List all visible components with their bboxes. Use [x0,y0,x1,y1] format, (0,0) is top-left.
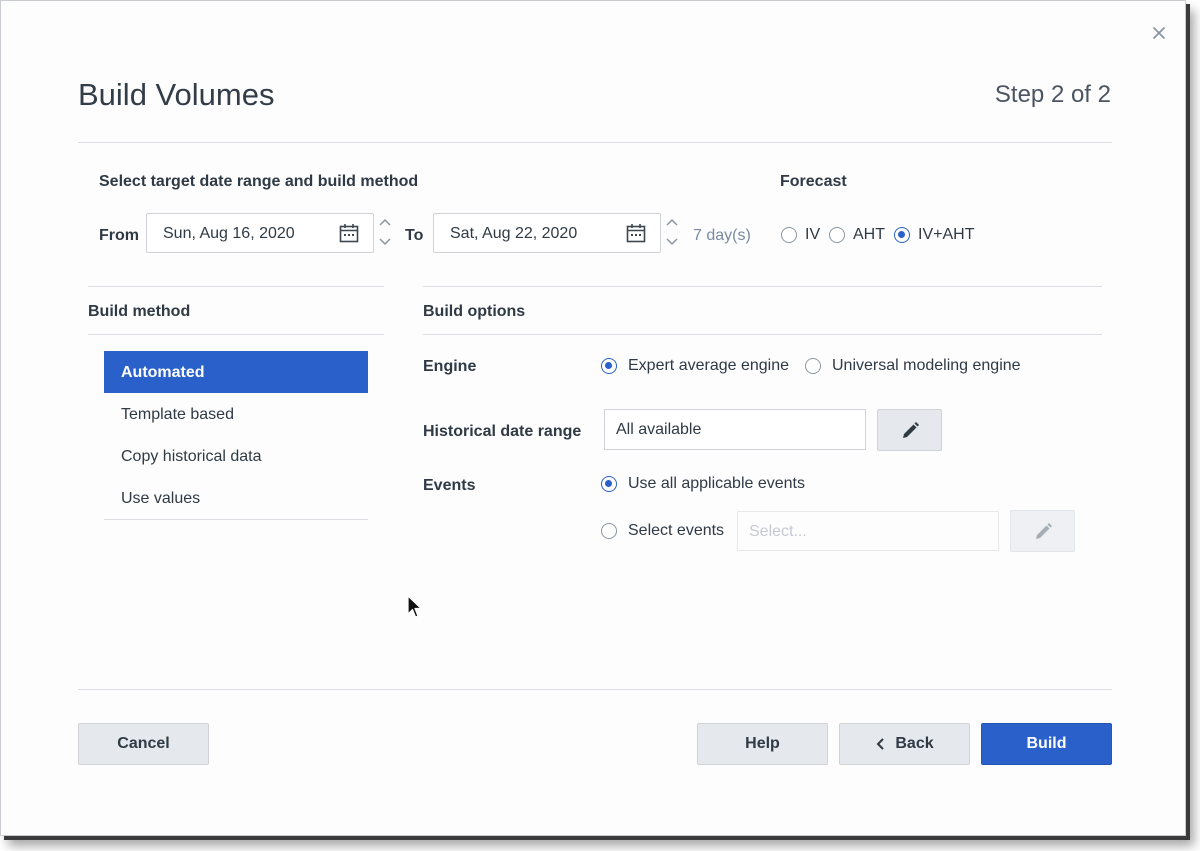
calendar-icon[interactable] [626,223,646,243]
edit-events-button[interactable] [1010,510,1075,552]
header-divider [78,142,1112,143]
from-label: From [99,227,139,244]
build-method-header-divider [88,334,384,335]
step-indicator: Step 2 of 2 [994,81,1111,108]
events-option-label: Select events [628,522,725,539]
chevron-left-icon [876,738,885,750]
method-item-use-values[interactable]: Use values [104,477,368,519]
to-date-field[interactable]: Sat, Aug 22, 2020 [433,213,661,253]
chevron-up-icon[interactable] [665,214,679,232]
radio-select-events[interactable] [601,523,617,539]
events-label: Events [423,477,476,494]
forecast-option-label: IV+AHT [918,226,975,243]
events-option-select[interactable]: Select events [601,522,724,540]
footer-divider [78,689,1112,690]
calendar-icon[interactable] [339,223,359,243]
forecast-option-iv-aht[interactable]: IV+AHT [894,226,974,244]
chevron-down-icon[interactable] [665,232,679,250]
historical-date-range-label: Historical date range [423,423,582,440]
build-method-header: Build method [88,303,191,320]
build-button[interactable]: Build [981,723,1112,765]
back-button-label: Back [895,735,934,752]
forecast-option-aht[interactable]: AHT [829,226,885,244]
radio-aht[interactable] [829,227,845,243]
engine-option-expert-average[interactable]: Expert average engine [601,357,789,375]
from-date-stepper[interactable] [378,214,392,254]
engine-label: Engine [423,358,477,375]
forecast-label: Forecast [780,173,847,190]
back-button[interactable]: Back [839,723,970,765]
historical-date-range-value: All available [616,421,702,438]
radio-all-events[interactable] [601,476,617,492]
pencil-icon [903,422,919,438]
engine-option-label: Expert average engine [628,357,789,374]
from-date-field[interactable]: Sun, Aug 16, 2020 [146,213,374,253]
to-date-value: Sat, Aug 22, 2020 [450,225,578,242]
method-item-label: Use values [121,490,201,507]
duration-label: 7 day(s) [693,227,751,244]
close-icon[interactable] [1149,23,1169,43]
select-events-field[interactable]: Select... [737,511,999,551]
radio-iv-aht[interactable] [894,227,910,243]
method-item-automated[interactable]: Automated [104,351,368,393]
to-label: To [405,227,424,244]
select-events-placeholder: Select... [749,523,807,540]
engine-option-label: Universal modeling engine [832,357,1021,374]
date-range-section-label: Select target date range and build metho… [99,173,419,190]
radio-iv[interactable] [781,227,797,243]
help-button[interactable]: Help [697,723,828,765]
forecast-option-label: IV [805,226,821,243]
build-options-header: Build options [423,303,526,320]
radio-universal-modeling[interactable] [805,358,821,374]
forecast-option-iv[interactable]: IV [781,226,820,244]
chevron-up-icon[interactable] [378,214,392,232]
from-date-value: Sun, Aug 16, 2020 [163,225,295,242]
method-item-label: Copy historical data [121,448,262,465]
build-method-top-divider [88,286,384,287]
method-item-label: Template based [121,406,234,423]
dialog-title: Build Volumes [78,77,275,112]
forecast-option-label: AHT [853,226,885,243]
events-option-all[interactable]: Use all applicable events [601,475,805,493]
chevron-down-icon[interactable] [378,232,392,250]
pencil-icon [1036,523,1052,539]
to-date-stepper[interactable] [665,214,679,254]
historical-date-range-field[interactable]: All available [604,409,866,450]
method-item-template-based[interactable]: Template based [104,393,368,435]
build-method-bottom-divider [104,519,368,520]
method-item-label: Automated [121,364,205,381]
method-item-copy-historical-data[interactable]: Copy historical data [104,435,368,477]
cancel-button[interactable]: Cancel [78,723,209,765]
mouse-cursor-icon [407,595,422,618]
radio-expert-average[interactable] [601,358,617,374]
build-volumes-dialog: Build Volumes Step 2 of 2 Select target … [0,0,1186,836]
edit-historical-range-button[interactable] [877,409,942,451]
engine-option-universal-modeling[interactable]: Universal modeling engine [805,357,1021,375]
build-options-header-divider [423,334,1102,335]
events-option-label: Use all applicable events [628,475,805,492]
build-options-top-divider [423,286,1102,287]
